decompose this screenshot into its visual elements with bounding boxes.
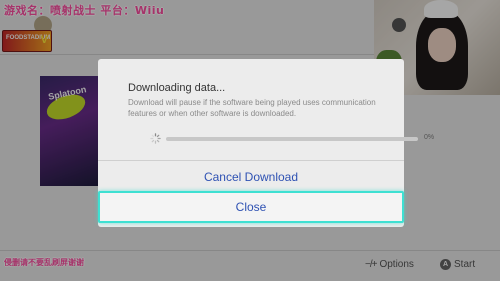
loading-spinner-icon xyxy=(150,133,161,144)
download-dialog: Downloading data... Download will pause … xyxy=(98,59,434,227)
close-button[interactable]: Close xyxy=(98,191,404,223)
dialog-description: Download will pause if the software bein… xyxy=(128,98,376,118)
cancel-download-button[interactable]: Cancel Download xyxy=(98,161,404,193)
download-progress-percent: 0% xyxy=(424,134,435,141)
download-progress-bar xyxy=(166,137,418,141)
dialog-title: Downloading data... xyxy=(128,82,226,94)
